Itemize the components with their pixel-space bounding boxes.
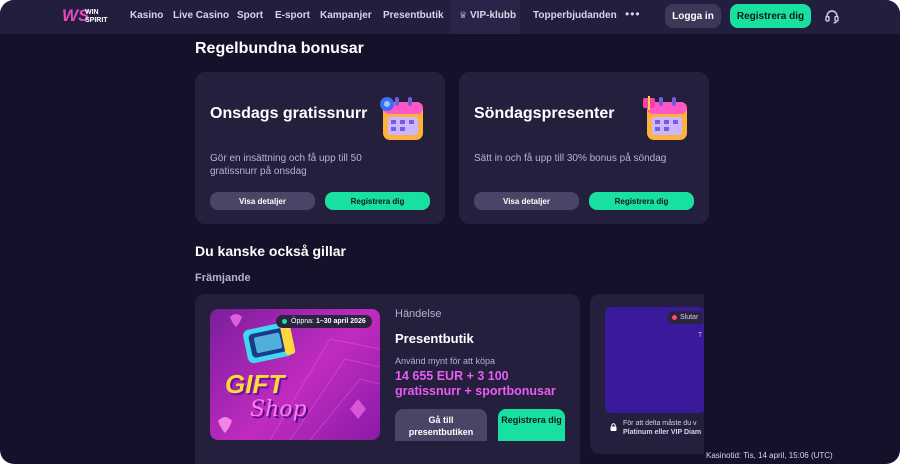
open-dates: 1–30 april 2026 (315, 318, 366, 325)
open-label: Öppna: (291, 318, 314, 325)
closing-pill: Slutar (667, 311, 704, 324)
event-title: Presentbutik (395, 331, 474, 346)
nav-live-casino[interactable]: Live Casino (173, 10, 229, 21)
promo-card-gift-shop[interactable]: Öppna: 1–30 april 2026 GIFT Shop Händels… (195, 294, 580, 464)
vip-requirement-note: För att delta måste du v Platinum eller … (623, 419, 704, 437)
section-title-also-like: Du kanske också gillar (195, 243, 346, 259)
show-details-button[interactable]: Visa detaljer (210, 192, 315, 210)
register-button[interactable]: Registrera dig (730, 4, 811, 28)
bonus-card-description: Sätt in och få upp till 30% bonus på sön… (474, 153, 667, 164)
calendar-icon (643, 96, 687, 140)
bonus-card-title: Onsdags gratissnurr (210, 105, 368, 122)
nav-kampanjer[interactable]: Kampanjer (320, 10, 372, 21)
bonus-card-sunday: Söndagspresenter Sätt in och få upp till… (459, 72, 709, 224)
gift-shop-banner-image: Öppna: 1–30 april 2026 GIFT Shop (210, 309, 380, 440)
nav-e-sport[interactable]: E-sport (275, 10, 310, 21)
status-dot-icon (282, 319, 287, 324)
lock-icon (610, 423, 617, 431)
top-nav: WS WIN SPIRIT Kasino Live Casino Sport E… (0, 0, 900, 34)
headset-icon[interactable] (824, 8, 840, 24)
section-subtitle-promotions: Främjande (195, 272, 251, 284)
bonus-card-description: Gör en insättning och få upp till 50 gra… (210, 153, 362, 177)
open-dates-pill: Öppna: 1–30 april 2026 (276, 315, 372, 328)
event-description: Använd mynt för att köpa (395, 356, 496, 366)
shop-logo-text: Shop (250, 397, 307, 422)
event-label: Händelse (395, 308, 442, 320)
more-menu-icon[interactable]: ••• (625, 7, 641, 21)
vip-note-line-1: För att delta måste du v (623, 420, 697, 427)
card-register-button[interactable]: Registrera dig (325, 192, 430, 210)
card3-side-text: T (698, 332, 703, 339)
logo-line-1: WIN (85, 9, 99, 16)
gift-logo-text: GIFT (225, 369, 285, 399)
event-prize: 14 655 EUR + 3 100 gratissnurr + sportbo… (395, 369, 556, 398)
nav-sport[interactable]: Sport (237, 10, 263, 21)
vip-note-line-2: Platinum eller VIP Diam (623, 429, 702, 436)
crown-icon: ♛ (459, 10, 468, 20)
status-dot-icon (672, 315, 677, 320)
login-button[interactable]: Logga in (665, 4, 721, 28)
section-title-regular-bonuses: Regelbundna bonusar (195, 40, 364, 57)
nav-vip-klubb[interactable]: VIP-klubb (470, 10, 516, 21)
promo-register-button[interactable]: Registrera dig (498, 409, 565, 441)
bonus-card-title: Söndagspresenter (474, 105, 615, 122)
nav-presentbutik[interactable]: Presentbutik (383, 10, 444, 21)
logo-line-2: SPIRIT (85, 17, 108, 24)
show-details-button[interactable]: Visa detaljer (474, 192, 579, 210)
nav-kasino[interactable]: Kasino (130, 10, 163, 21)
promo-card-vip[interactable]: Slutar T För att delta måste du v Platin… (590, 294, 704, 454)
go-to-gift-shop-button[interactable]: Gå till presentbutiken (395, 409, 487, 441)
app-frame: WS WIN SPIRIT Kasino Live Casino Sport E… (0, 0, 900, 464)
closing-label: Slutar (680, 314, 699, 321)
logo-text: WIN SPIRIT (85, 9, 108, 25)
bonus-card-wednesday: Onsdags gratissnurr Gör en insättning oc… (195, 72, 445, 224)
nav-topperbjudanden[interactable]: Topperbjudanden (533, 10, 617, 21)
win-spirit-logo[interactable]: WS WIN SPIRIT (62, 6, 118, 28)
calendar-icon (380, 97, 423, 140)
card-register-button[interactable]: Registrera dig (589, 192, 694, 210)
casino-time-status: Kasinotid: Tis, 14 april, 15:06 (UTC) (706, 451, 833, 460)
